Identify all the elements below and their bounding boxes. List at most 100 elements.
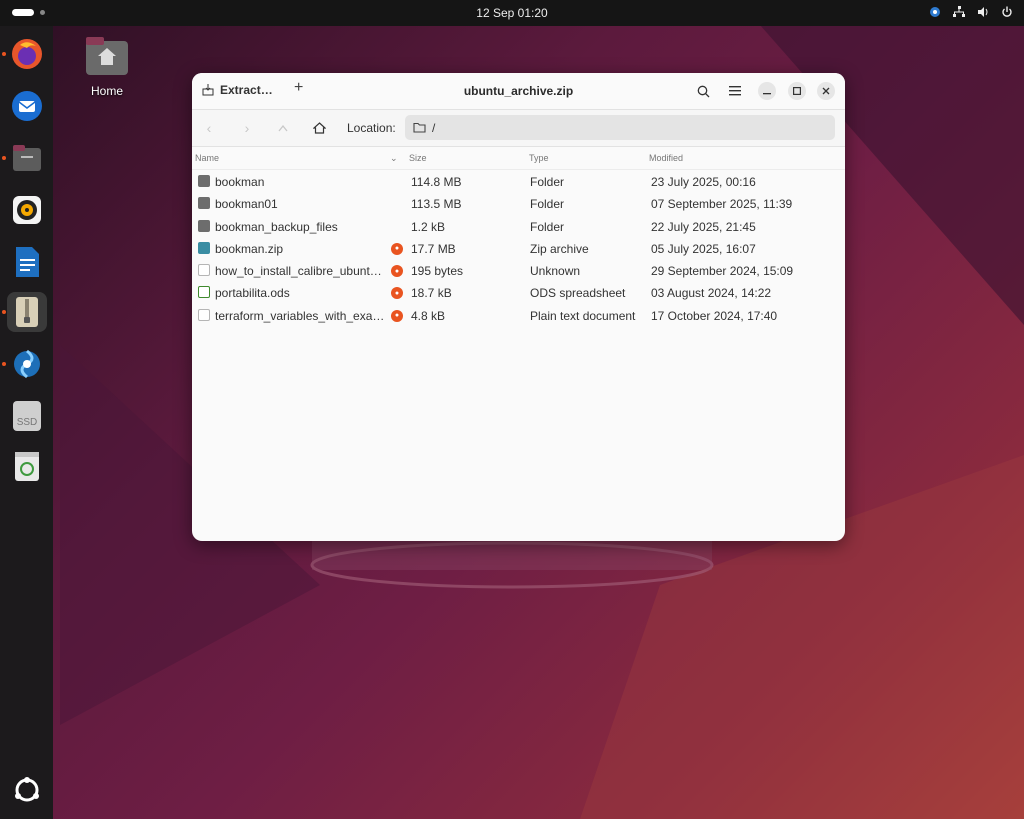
file-size: 4.8 kB [411,308,446,323]
file-modified: 23 July 2025, 00:16 [651,175,756,189]
app-icon[interactable] [7,344,47,384]
home-icon[interactable] [310,119,328,137]
running-indicator [2,156,6,160]
up-icon[interactable] [274,119,292,137]
file-name: bookman01 [215,197,278,212]
column-name[interactable]: Name [195,153,219,163]
zip-file-icon [198,241,210,254]
column-headers: Name ⌄ Size Type Modified [192,147,845,170]
table-row[interactable]: bookman.zip ● 17.7 MB Zip archive 05 Jul… [192,238,845,260]
file-size: 113.5 MB [411,197,462,212]
lock-icon: ● [391,265,403,278]
close-button[interactable] [817,82,835,100]
file-name: how_to_install_calibre_ubunt… [215,264,382,279]
folder-icon [413,122,426,133]
extract-button[interactable]: Extract… [202,83,273,97]
file-modified: 17 October 2024, 17:40 [651,308,778,323]
home-folder-icon [86,37,128,75]
file-name: bookman.zip [215,241,284,256]
file-size: 17.7 MB [411,241,456,256]
file-type: Folder [530,175,565,189]
file-name: portabilita.ods [215,286,290,301]
location-field[interactable]: / [405,115,835,140]
home-label: Home [90,84,123,98]
search-icon[interactable] [693,81,713,101]
archive-manager-window: Extract… + ubuntu_archive.zip ‹ › Locati… [192,73,845,541]
desktop-home-icon[interactable]: Home [78,35,136,98]
extract-icon [202,84,214,96]
text-file-icon [198,308,210,321]
ssd-drive-icon[interactable]: SSD [7,396,47,436]
back-icon[interactable]: ‹ [200,119,218,137]
minimize-button[interactable] [758,82,776,100]
column-size[interactable]: Size [409,153,427,163]
power-icon[interactable] [1000,5,1014,19]
text-file-icon [198,264,210,277]
lock-icon: ● [391,309,403,322]
file-size: 1.2 kB [411,219,446,234]
running-indicator [2,310,6,314]
location-bar: ‹ › Location: / [192,110,845,147]
trash-icon[interactable] [7,446,47,486]
file-modified: 22 July 2025, 21:45 [651,219,756,234]
volume-icon[interactable] [976,5,990,19]
folder-icon [198,197,210,210]
thunderbird-icon[interactable] [7,86,47,126]
add-files-button[interactable]: + [294,79,303,97]
column-type[interactable]: Type [529,153,549,163]
file-modified: 03 August 2024, 14:22 [651,286,772,301]
table-row[interactable]: bookman_backup_files 1.2 kB Folder 22 Ju… [192,216,845,238]
location-path: / [432,120,436,135]
file-name: bookman [215,175,265,189]
file-modified: 29 September 2024, 15:09 [651,264,794,279]
dock: SSD [0,26,53,819]
table-row[interactable]: how_to_install_calibre_ubunt… ● 195 byte… [192,260,845,282]
file-name: bookman_backup_files [215,219,338,234]
file-type: Zip archive [530,241,589,256]
forward-icon[interactable]: › [238,119,256,137]
show-apps-icon[interactable] [7,770,47,810]
table-row[interactable]: bookman01 113.5 MB Folder 07 September 2… [192,193,845,215]
rhythmbox-icon[interactable] [7,190,47,230]
file-type: Plain text document [530,308,636,323]
window-title: ubuntu_archive.zip [463,84,574,98]
file-modified: 07 September 2025, 11:39 [651,197,793,212]
table-row[interactable]: terraform_variables_with_exa… ● 4.8 kB P… [192,305,845,327]
running-indicator [2,52,6,56]
extract-label: Extract… [220,83,273,97]
maximize-button[interactable] [788,82,806,100]
file-modified: 05 July 2025, 16:07 [651,241,756,256]
file-type: Unknown [530,264,581,279]
running-indicator [2,362,6,366]
app-indicator-icon[interactable] [928,5,942,19]
svg-text:SSD: SSD [17,417,38,428]
spreadsheet-file-icon [198,286,210,299]
lock-icon: ● [391,287,403,300]
file-size: 18.7 kB [411,286,452,301]
close-icon [822,87,830,95]
lock-icon: ● [391,242,403,255]
folder-icon [198,219,210,232]
table-row[interactable]: bookman 114.8 MB Folder 23 July 2025, 00… [192,171,845,193]
file-size: 114.8 MB [411,175,462,189]
writer-icon[interactable] [7,242,47,282]
clock[interactable]: 12 Sep 01:20 [0,6,1024,20]
network-icon[interactable] [952,5,966,19]
table-row[interactable]: portabilita.ods ● 18.7 kB ODS spreadshee… [192,282,845,304]
file-type: Folder [530,197,565,212]
header-bar: Extract… + ubuntu_archive.zip [192,73,845,110]
column-modified[interactable]: Modified [649,153,683,163]
system-tray[interactable] [928,5,1014,19]
firefox-icon[interactable] [7,34,47,74]
sort-chevron-down-icon[interactable]: ⌄ [390,153,398,164]
maximize-icon [793,87,801,95]
files-icon[interactable] [7,138,47,178]
menu-icon[interactable] [725,81,745,101]
archive-manager-icon[interactable] [7,292,47,332]
top-bar: 12 Sep 01:20 [0,0,1024,26]
file-type: ODS spreadsheet [530,286,626,301]
file-list: bookman 114.8 MB Folder 23 July 2025, 00… [192,171,845,327]
minimize-icon [763,93,771,95]
file-type: Folder [530,219,565,234]
file-name: terraform_variables_with_exa… [215,308,385,323]
